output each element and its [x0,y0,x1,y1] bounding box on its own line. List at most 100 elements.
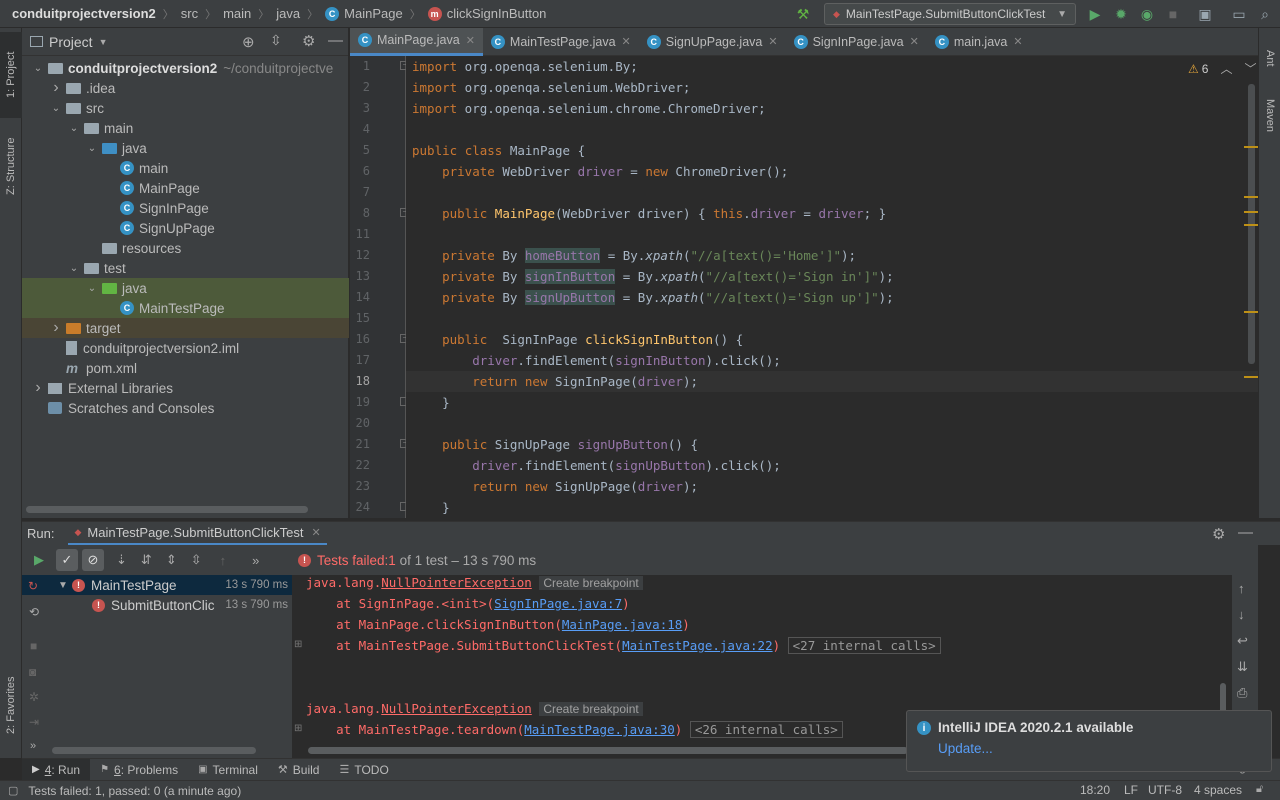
code-line[interactable]: import org.openqa.selenium.By; [412,56,638,77]
tree-item[interactable]: ⌄ src [22,98,349,118]
collapse-all-icon[interactable]: ⇳ [191,552,202,568]
line-number[interactable]: 6 [350,161,370,182]
internal-calls-fold[interactable]: <26 internal calls> [689,721,843,738]
test-method-row[interactable]: ! SubmitButtonClic 13 s 790 ms [22,595,292,615]
warning-marker[interactable] [1244,376,1258,378]
code-line[interactable]: import org.openqa.selenium.chrome.Chrome… [412,98,766,119]
rerun-icon[interactable]: ▶ [28,552,50,568]
tool-tab-run[interactable]: ▶ 4: Run [22,758,91,781]
caret-position[interactable]: 18:20 [1080,783,1110,797]
breadcrumb-method[interactable]: clickSignInButton [447,6,547,21]
stack-frame-link[interactable]: SignInPage.java:7 [494,596,622,611]
tree-item[interactable]: ⌄ main [22,118,349,138]
chevron-right-icon[interactable]: › [32,379,44,397]
debug-icon[interactable]: ✹ [1110,3,1132,25]
breadcrumb-java[interactable]: java [276,6,300,21]
code-line[interactable]: public class MainPage { [412,140,585,161]
line-number[interactable]: 17 [350,350,370,371]
line-number[interactable]: 18 [350,371,370,392]
project-structure-icon[interactable]: ▣ [1194,3,1216,25]
code-line[interactable]: } [412,497,450,518]
editor-tab[interactable]: C SignInPage.java ✕ [786,28,927,56]
create-breakpoint-link[interactable]: Create breakpoint [539,576,643,590]
gear-icon[interactable]: ⚙ [302,32,315,50]
code-line[interactable]: public SignUpPage signUpButton() { [412,434,698,455]
tree-item[interactable]: conduitprojectversion2.iml [22,338,349,358]
minimize-icon[interactable]: — [328,32,343,49]
status-message[interactable]: Tests failed: 1, passed: 0 (a minute ago… [28,784,241,798]
chevron-down-icon[interactable]: ⌄ [86,143,98,154]
vertical-scrollbar[interactable] [1220,683,1226,713]
warning-marker[interactable] [1244,211,1258,213]
gear-icon[interactable]: ⚙ [1212,525,1225,543]
rerun-failed-icon[interactable]: ↻ [28,579,38,593]
close-icon[interactable]: ✕ [311,526,320,539]
print-icon[interactable]: ⎙ [1237,685,1247,701]
arrow-up-icon[interactable]: ↑ [1238,581,1245,596]
settings-icon[interactable]: ✲ [29,690,39,704]
chevron-down-icon[interactable]: ⌄ [86,283,98,294]
previous-highlight-icon[interactable]: ︿ [1220,60,1232,77]
terminal-window-icon[interactable]: ▭ [1228,3,1250,25]
collapse-all-icon[interactable]: ⇳ [270,32,282,49]
fold-icon[interactable]: ⊞ [294,723,302,734]
editor-tab[interactable]: C MainTestPage.java ✕ [483,28,639,56]
tree-item[interactable]: C MainTestPage [22,298,349,318]
line-number[interactable]: 15 [350,308,370,329]
line-number[interactable]: 23 [350,476,370,497]
code-line[interactable]: import org.openqa.selenium.WebDriver; [412,77,690,98]
tree-item[interactable]: ⌄ test [22,258,349,278]
line-number[interactable]: 7 [350,182,370,203]
warning-marker[interactable] [1244,311,1258,313]
tool-tab-todo[interactable]: ☰ TODO [329,759,398,781]
exception-link[interactable]: NullPointerException [381,575,532,590]
tree-item[interactable]: m pom.xml [22,358,349,378]
update-notification[interactable]: i IntelliJ IDEA 2020.2.1 available Updat… [906,710,1272,772]
build-hammer-icon[interactable]: ⚒ [792,3,814,25]
arrow-down-icon[interactable]: ↓ [1238,607,1245,622]
tool-tab-terminal[interactable]: ▣ Terminal [188,759,268,781]
breadcrumb-class[interactable]: MainPage [344,6,403,21]
line-number[interactable]: 4 [350,119,370,140]
line-number[interactable]: 5 [350,140,370,161]
tree-item[interactable]: Cmain [22,158,349,178]
code-editor[interactable]: import org.openqa.selenium.By; import org… [406,56,1258,518]
coverage-icon[interactable]: ◉ [1136,3,1158,25]
code-line[interactable]: return new SignInPage(driver); [412,371,698,392]
update-link[interactable]: Update... [938,741,993,756]
tool-tab-problems[interactable]: ⚑ 6: Problems [90,759,188,781]
more-icon[interactable]: » [252,553,259,568]
inspection-widget[interactable]: ⚠ 6 ︿ ﹀ [1188,60,1256,77]
tree-item[interactable]: C SignUpPage [22,218,349,238]
editor-tab[interactable]: Cmain.java ✕ [927,28,1031,56]
horizontal-scrollbar[interactable] [26,506,308,513]
line-number[interactable]: 11 [350,224,370,245]
tool-tab-structure[interactable]: Z: Structure [0,124,22,208]
panel-toggle-icon[interactable]: ▢ [8,784,18,797]
chevron-down-icon[interactable]: ⌄ [32,63,44,74]
tree-item[interactable]: Scratches and Consoles [22,398,349,418]
line-number[interactable]: 8 [350,203,370,224]
scroll-to-end-icon[interactable]: ⇊ [1237,659,1248,675]
chevron-right-icon[interactable]: › [50,319,62,337]
previous-failed-icon[interactable]: ↑ [220,553,227,568]
tool-tab-build[interactable]: ⚒ Build [268,759,330,781]
indent-setting[interactable]: 4 spaces [1194,783,1242,797]
code-line[interactable]: return new SignUpPage(driver); [412,476,698,497]
tree-item[interactable]: ⌄ java [22,138,349,158]
code-line[interactable]: private By homeButton = By.xpath("//a[te… [412,245,856,266]
line-number[interactable]: 21 [350,434,370,455]
soft-wrap-icon[interactable]: ↩ [1237,633,1248,649]
test-class-row[interactable]: ▼ ! MainTestPage 13 s 790 ms [22,575,292,595]
code-line[interactable]: public SignInPage clickSignInButton() { [412,329,743,350]
stack-frame-link[interactable]: MainPage.java:18 [562,617,682,632]
sort-alpha-icon[interactable]: ⇣ [116,552,127,568]
show-ignored-icon[interactable]: ⊘ [82,549,104,571]
chevron-down-icon[interactable]: ⌄ [68,123,80,134]
code-line[interactable]: driver.findElement(signUpButton).click()… [412,455,781,476]
close-icon[interactable]: ✕ [466,34,475,47]
fold-icon[interactable]: ⊞ [294,639,302,650]
line-number[interactable]: 22 [350,455,370,476]
search-icon[interactable]: ⌕ [1254,3,1276,25]
chevron-down-icon[interactable]: ⌄ [68,263,80,274]
